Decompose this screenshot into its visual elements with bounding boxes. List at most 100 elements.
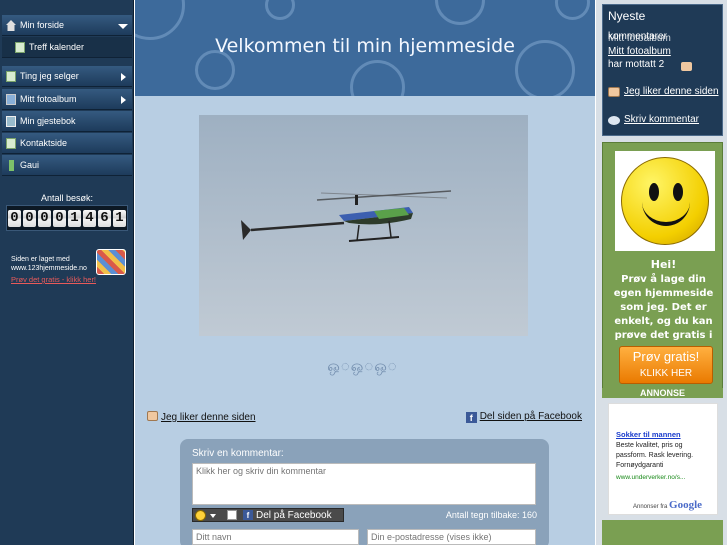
site-builder-logo[interactable] [96,249,126,275]
promo-text: Prøv å lage din egen hjemmeside som jeg.… [613,274,714,341]
facebook-icon: f [243,510,253,520]
nav-item-label: Mitt fotoalbum [20,94,77,104]
page-icon [6,71,16,82]
promo-panel: Hei! Prøv å lage din egen hjemmeside som… [602,142,723,397]
smiley-eye [673,183,683,201]
nav-item-label: Min gjestebok [20,116,76,126]
site-title: Velkommen til min hjemmeside [215,35,515,57]
made-with-text: Siden er laget med www.123hjemmeside.no [11,256,87,272]
chevron-right-icon [121,73,126,81]
swirl-decoration [350,60,405,96]
book-icon [6,116,16,127]
visitor-counter: 0 0 0 0 1 4 6 1 [6,205,128,231]
swirl-decoration [265,0,295,20]
chevron-right-icon [121,96,126,104]
smiley-eye [649,183,659,201]
comment-toolbar: f Del på Facebook [192,508,344,522]
album-icon [6,94,16,105]
counter-digit: 0 [38,209,51,227]
comment-form-title: Skriv en kommentar: [192,448,284,459]
helicopter-photo[interactable] [199,115,528,336]
swirl-decoration [135,0,185,40]
like-page: Jeg liker denne siden [147,411,256,423]
visitor-counter-label: Antall besøk: [40,193,94,203]
thumbs-up-icon [147,411,158,421]
nav-item-gaui[interactable]: Gaui [2,155,132,176]
facebook-icon: f [465,412,477,423]
chars-remaining: Antall tegn tilbake: 160 [445,510,537,520]
facebook-share-checkbox[interactable] [227,510,237,520]
page-header: Velkommen til min hjemmeside [135,0,595,96]
comment-count-text: har mottatt 2 [608,59,665,70]
page-icon [15,42,25,53]
right-panel-footer [602,520,723,545]
speech-bubble-icon [608,116,620,125]
home-icon [6,20,16,31]
page-icon [6,138,16,149]
chevron-down-icon [118,24,128,29]
like-page-link[interactable]: Jeg liker denne siden [608,85,719,98]
nav-item-ting-jeg-selger[interactable]: Ting jeg selger [2,66,132,87]
promo-heading: Hei! [650,258,677,271]
like-page-link[interactable]: Jeg liker denne siden [161,412,256,423]
ornament-divider: ஒ◌ஒ◌ஒ◌ [327,358,398,375]
counter-digit: 4 [83,209,96,227]
ad-label: ANNONSE [602,388,723,398]
ads-by-google[interactable]: Annonser fra Google [633,499,702,511]
nav-item-label: Ting jeg selger [20,71,79,81]
write-comment-link-text: Skriv kommentar [624,114,700,125]
latest-comments-title: Nyeste [608,9,646,23]
nav-item-label: Min forside [20,20,65,30]
thumbs-up-icon [608,87,620,97]
share-page: f Del siden på Facebook [465,411,582,423]
smiley-picker-button[interactable] [195,510,206,521]
smiley-face-icon [621,157,709,245]
latest-comments-panel: Nyeste kommentarer Mitt fotoalbum Mitt f… [602,4,723,136]
try-free-button-label: Prøv gratis! [632,349,700,364]
bottle-icon [9,160,14,171]
main-content: ஒ◌ஒ◌ஒ◌ Jeg liker denne siden f Del siden … [135,96,595,545]
name-input[interactable] [192,529,359,545]
write-comment-link[interactable]: Skriv kommentar [608,114,699,125]
facebook-share-label: f Del på Facebook [243,509,332,522]
counter-digit: 6 [98,209,111,227]
ad-body: Beste kvalitet, pris og passform. Rask l… [616,442,694,469]
try-free-button[interactable]: Prøv gratis! KLIKK HER [619,346,713,384]
nav-item-kontaktside[interactable]: Kontaktside [2,133,132,154]
nav-item-mitt-fotoalbum[interactable]: Mitt fotoalbum [2,89,132,110]
ad-title-link[interactable]: Sokker til mannen [616,430,681,439]
smiley-image [615,151,715,251]
counter-digit: 0 [23,209,36,227]
email-input[interactable] [367,529,536,545]
latest-comments-overlap-text: Mitt fotoalbum [608,33,671,44]
nav-item-label: Treff kalender [29,42,85,52]
nav-item-label: Gaui [20,160,40,170]
try-free-link[interactable]: Prøv det gratis - klikk her! [11,275,96,284]
counter-digit: 1 [68,209,81,227]
counter-digit: 0 [53,209,66,227]
ad-url[interactable]: www.underverker.no/s... [616,474,685,481]
counter-digit: 0 [8,209,21,227]
counter-digit: 1 [113,209,126,227]
nav-item-treff-kalender[interactable]: Treff kalender [2,37,132,58]
chevron-down-icon[interactable] [210,514,216,518]
swirl-decoration [555,0,590,20]
google-logo: Google [669,499,703,511]
share-facebook-link[interactable]: Del siden på Facebook [480,411,582,422]
swirl-decoration [435,0,485,25]
nav-item-min-gjestebok[interactable]: Min gjestebok [2,111,132,132]
thumbs-up-icon [681,62,692,71]
google-ad[interactable]: Sokker til mannen Beste kvalitet, pris o… [608,403,718,515]
helicopter-image [241,190,452,242]
like-page-link-text: Jeg liker denne siden [624,86,719,97]
left-sidebar: Min forside Treff kalender Ting jeg selg… [0,0,134,545]
nav-item-label: Kontaktside [20,138,68,148]
ads-by-text: Annonser fra [633,504,668,510]
facebook-share-text: Del på Facebook [256,510,332,521]
photo-album-link[interactable]: Mitt fotoalbum [608,46,671,57]
try-free-button-sublabel: KLIKK HER [639,368,693,379]
right-sidebar: Nyeste kommentarer Mitt fotoalbum Mitt f… [596,0,727,545]
comment-input[interactable] [192,463,536,505]
nav-item-min-forside[interactable]: Min forside [2,15,132,36]
comment-form: Skriv en kommentar: fDel på Facebook Ant… [180,439,549,545]
